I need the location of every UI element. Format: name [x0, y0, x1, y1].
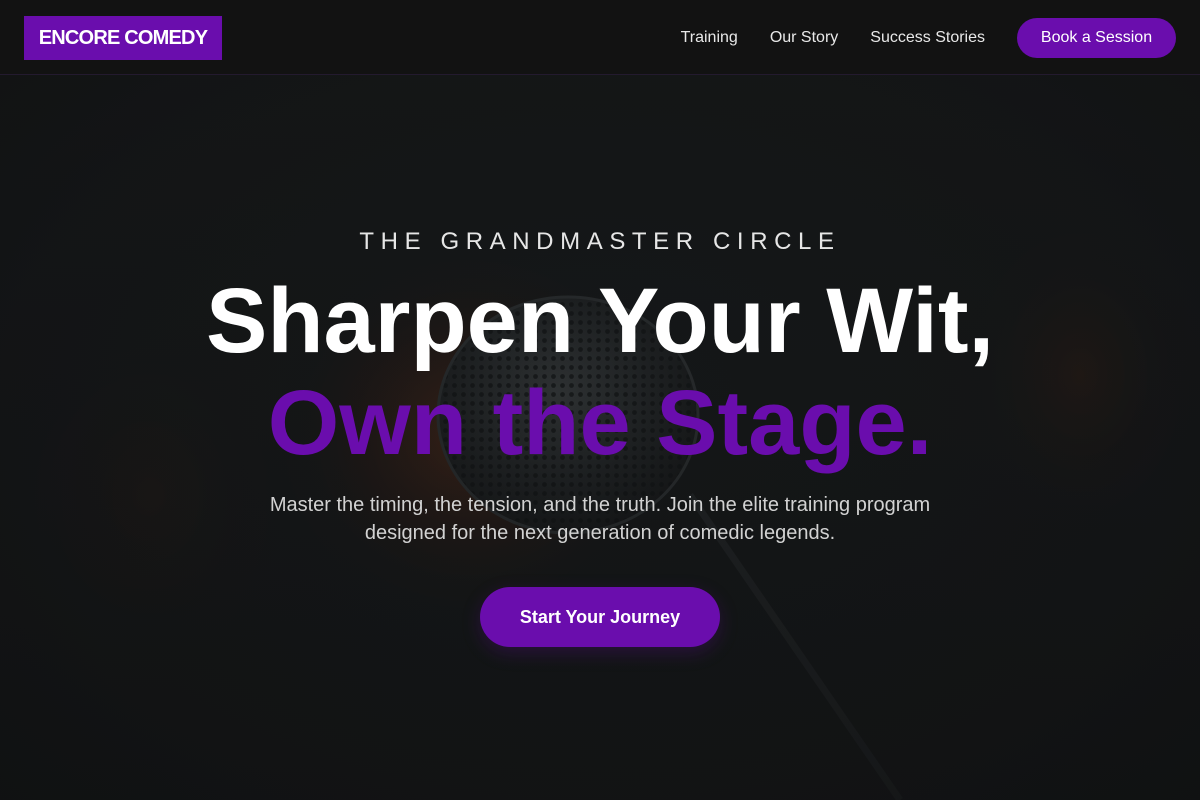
- logo[interactable]: ENCORE COMEDY: [24, 16, 222, 60]
- hero-headline-line1: Sharpen Your Wit,: [205, 270, 995, 372]
- start-journey-button[interactable]: Start Your Journey: [480, 587, 720, 647]
- nav-link-success-stories[interactable]: Success Stories: [870, 29, 985, 47]
- nav-link-training[interactable]: Training: [681, 29, 738, 47]
- hero-subtext: Master the timing, the tension, and the …: [269, 494, 931, 544]
- hero-section: THE GRANDMASTER CIRCLE Sharpen Your Wit,…: [0, 75, 1200, 800]
- book-session-button[interactable]: Book a Session: [1017, 18, 1176, 58]
- site-header: ENCORE COMEDY Training Our Story Success…: [0, 0, 1200, 75]
- hero-eyebrow: THE GRANDMASTER CIRCLE: [359, 228, 841, 255]
- nav-link-our-story[interactable]: Our Story: [770, 29, 838, 47]
- hero-headline-line2: Own the Stage.: [267, 372, 933, 474]
- main-nav: Training Our Story Success Stories Book …: [681, 18, 1176, 58]
